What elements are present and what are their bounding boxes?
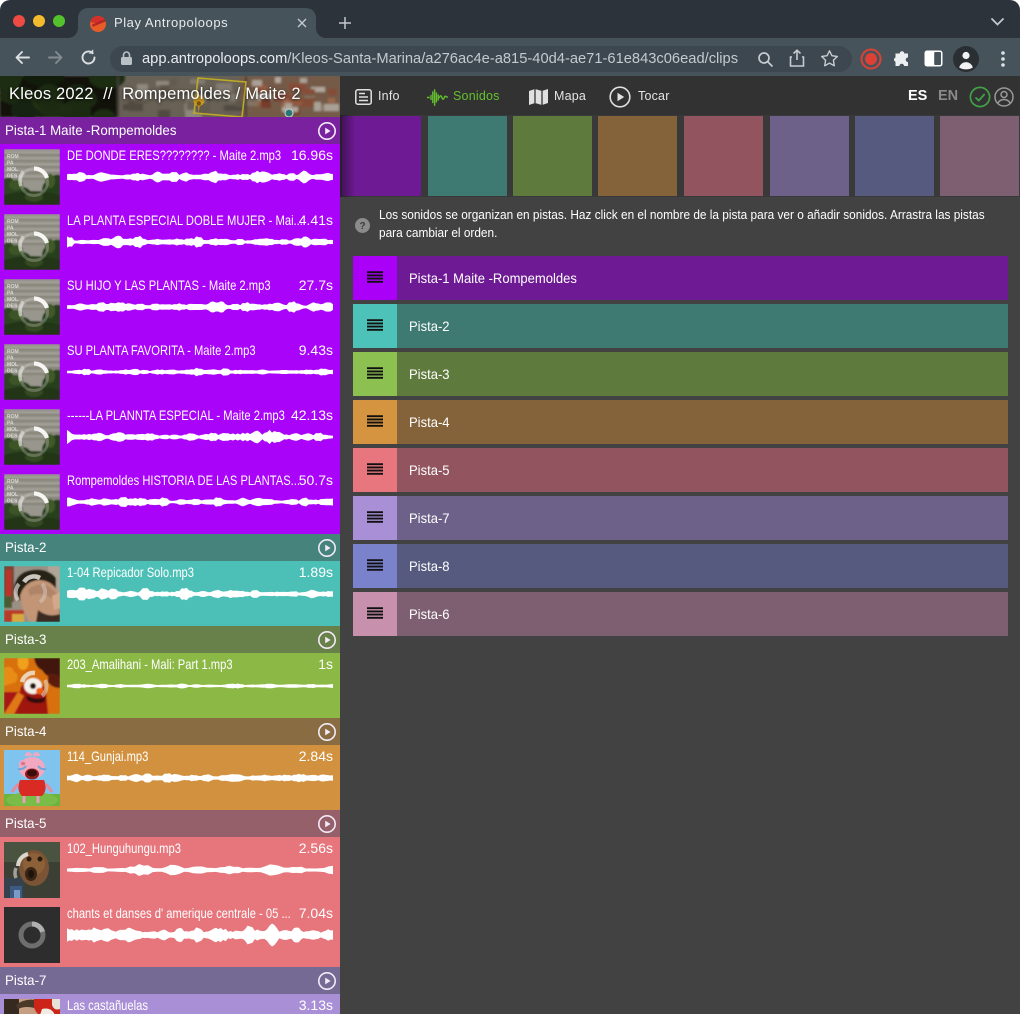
svg-text:?: ?: [359, 221, 365, 232]
